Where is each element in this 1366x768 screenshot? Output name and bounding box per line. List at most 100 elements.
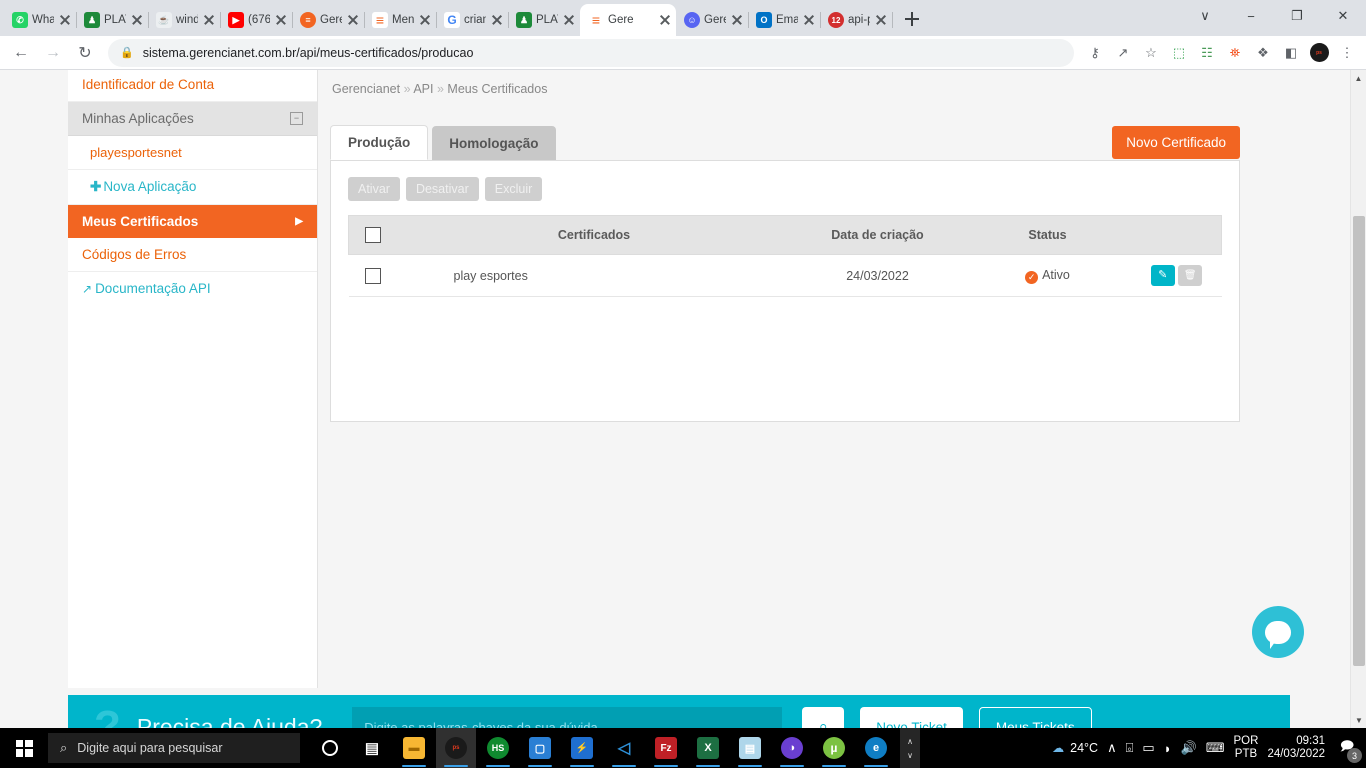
keyboard-icon[interactable]: ⌨ [1206,740,1225,756]
tab-producao[interactable]: Produção [330,125,429,160]
page-scrollbar[interactable]: ▲ ▼ [1350,70,1366,728]
bookmark-star-icon[interactable]: ☆ [1138,40,1164,66]
browser-tab[interactable]: ☺ Gere [676,4,749,36]
notification-center-button[interactable]: 🗩 3 [1334,735,1362,763]
start-button[interactable] [0,728,48,768]
help-search-input[interactable]: Digite as palavras-chaves da sua dúvida [352,707,783,728]
scroll-down-arrow-icon[interactable]: ▼ [1351,712,1366,728]
clock[interactable]: 09:31 24/03/2022 [1267,735,1325,761]
share-icon[interactable]: ↗ [1110,40,1136,66]
tab-close-icon[interactable] [874,13,888,27]
notepad-icon[interactable]: ▤ [730,728,770,768]
sidebar-item-documentacao-api[interactable]: ↗ Documentação API [68,272,317,305]
weather-widget[interactable]: ☁ 24°C [1052,741,1098,755]
maximize-button[interactable]: ❐ [1274,0,1320,32]
taskbar-search-input[interactable]: ⌕ Digite aqui para pesquisar [48,733,300,763]
tab-close-icon[interactable] [562,13,576,27]
desativar-button[interactable]: Desativar [405,177,479,201]
chrome-menu-icon[interactable]: ⋮ [1334,40,1360,66]
tab-close-icon[interactable] [730,13,744,27]
scroll-up-arrow-icon[interactable]: ▲ [1351,70,1366,86]
browser-tab[interactable]: ♟ PLAY [76,4,149,36]
meus-tickets-button[interactable]: Meus Tickets [978,707,1092,728]
side-panel-icon[interactable]: ◧ [1278,40,1304,66]
excel-icon[interactable]: X [688,728,728,768]
profile-avatar-icon[interactable]: ps [1306,40,1332,66]
tab-homologacao[interactable]: Homologação [432,126,556,160]
tab-close-icon[interactable] [490,13,504,27]
sidebar-item-identificador-de-conta[interactable]: Identificador de Conta [68,70,317,102]
tab-close-icon[interactable] [802,13,816,27]
tab-close-icon[interactable] [274,13,288,27]
chrome-icon[interactable]: ps [436,728,476,768]
tab-close-icon[interactable] [130,13,144,27]
hs-icon[interactable]: HS [478,728,518,768]
task-view-icon[interactable]: ▤ [352,728,392,768]
network-tool-icon[interactable]: ⚡ [562,728,602,768]
camera-privacy-icon[interactable]: ⌻ [1126,740,1134,756]
reading-list-icon[interactable]: ☷ [1194,40,1220,66]
select-all-checkbox[interactable] [364,227,381,243]
sidebar-item-meus-certificados[interactable]: Meus Certificados ▶ [68,205,317,238]
browser-tab[interactable]: ≡ Gere [292,4,365,36]
browser-tab[interactable]: ▶ (676) [220,4,293,36]
sidebar-item-codigos-de-erros[interactable]: Códigos de Erros [68,238,317,272]
volume-icon[interactable]: 🔊 [1181,740,1197,756]
browser-tab-active[interactable]: ≡ Gere [580,4,676,36]
back-button[interactable]: ← [6,39,36,67]
tab-search-chevron-icon[interactable]: ∨ [1182,0,1228,32]
sidebar-group-minhas-aplicacoes[interactable]: Minhas Aplicações − [68,102,317,136]
browser-tab[interactable]: 12 api-p [820,4,893,36]
tab-close-icon[interactable] [418,13,432,27]
lighthouse-extension-icon[interactable]: ⛯ [1222,40,1248,66]
password-key-icon[interactable]: ⚷ [1082,40,1108,66]
sidebar-item-nova-aplicacao[interactable]: ✚ Nova Aplicação [68,170,317,205]
novo-ticket-button[interactable]: Novo Ticket [860,707,963,728]
chat-bubble-widget[interactable] [1252,606,1304,658]
tab-close-icon[interactable] [346,13,360,27]
browser-tab[interactable]: G crian [436,4,509,36]
minimize-button[interactable]: − [1228,0,1274,32]
breadcrumb-level1[interactable]: API [413,82,433,96]
utorrent-icon[interactable]: µ [814,728,854,768]
address-bar[interactable]: 🔒 sistema.gerencianet.com.br/api/meus-ce… [108,38,1074,67]
tab-close-icon[interactable] [58,13,72,27]
excluir-button[interactable]: Excluir [484,177,543,201]
sidebar-item-playesportesnet[interactable]: playesportesnet [68,136,317,170]
browser-tab[interactable]: O Emai [748,4,821,36]
wifi-icon[interactable]: ◗ [1164,741,1172,756]
delete-certificate-icon[interactable]: 🗑 [1178,265,1203,286]
row-checkbox[interactable] [364,267,381,284]
browser-tab[interactable]: ≡ Mens [364,4,437,36]
collapse-minus-icon[interactable]: − [290,112,303,125]
tab-close-icon[interactable] [658,13,672,27]
edit-certificate-icon[interactable]: ✎ [1150,265,1175,286]
browser-tab[interactable]: ✆ What [4,4,77,36]
taskbar-overflow-arrows[interactable]: ∧ ∨ [900,728,920,768]
browser-tab[interactable]: ☕ wind [148,4,221,36]
search-icon[interactable]: ⌕ [802,707,845,728]
file-explorer-icon[interactable]: ▬ [394,728,434,768]
tab-close-icon[interactable] [202,13,216,27]
screen-app-icon[interactable]: ▢ [520,728,560,768]
scrollbar-thumb[interactable] [1353,216,1365,666]
close-window-button[interactable]: ✕ [1320,0,1366,32]
new-tab-button[interactable] [898,5,926,33]
breadcrumb-root[interactable]: Gerencianet [332,82,400,96]
screenshot-capture-icon[interactable]: ⬚ [1166,40,1192,66]
moon-app-icon[interactable]: ◑ [772,728,812,768]
ativar-button[interactable]: Ativar [348,177,400,201]
browser-tab[interactable]: ♟ PLAY [508,4,581,36]
edge-icon[interactable]: e [856,728,896,768]
language-indicator[interactable]: POR PTB [1234,735,1259,761]
overflow-down-icon[interactable]: ∨ [907,751,913,760]
cortana-icon[interactable] [310,728,350,768]
overflow-up-icon[interactable]: ∧ [907,737,913,746]
reload-button[interactable]: ↻ [70,39,100,67]
filezilla-icon[interactable]: Fz [646,728,686,768]
vscode-icon[interactable]: ◁ [604,728,644,768]
forward-button[interactable]: → [38,39,68,67]
extensions-puzzle-icon[interactable]: ❖ [1250,40,1276,66]
show-hidden-icons-chevron[interactable]: ∧ [1107,740,1117,756]
battery-icon[interactable]: ▭ [1142,740,1154,756]
